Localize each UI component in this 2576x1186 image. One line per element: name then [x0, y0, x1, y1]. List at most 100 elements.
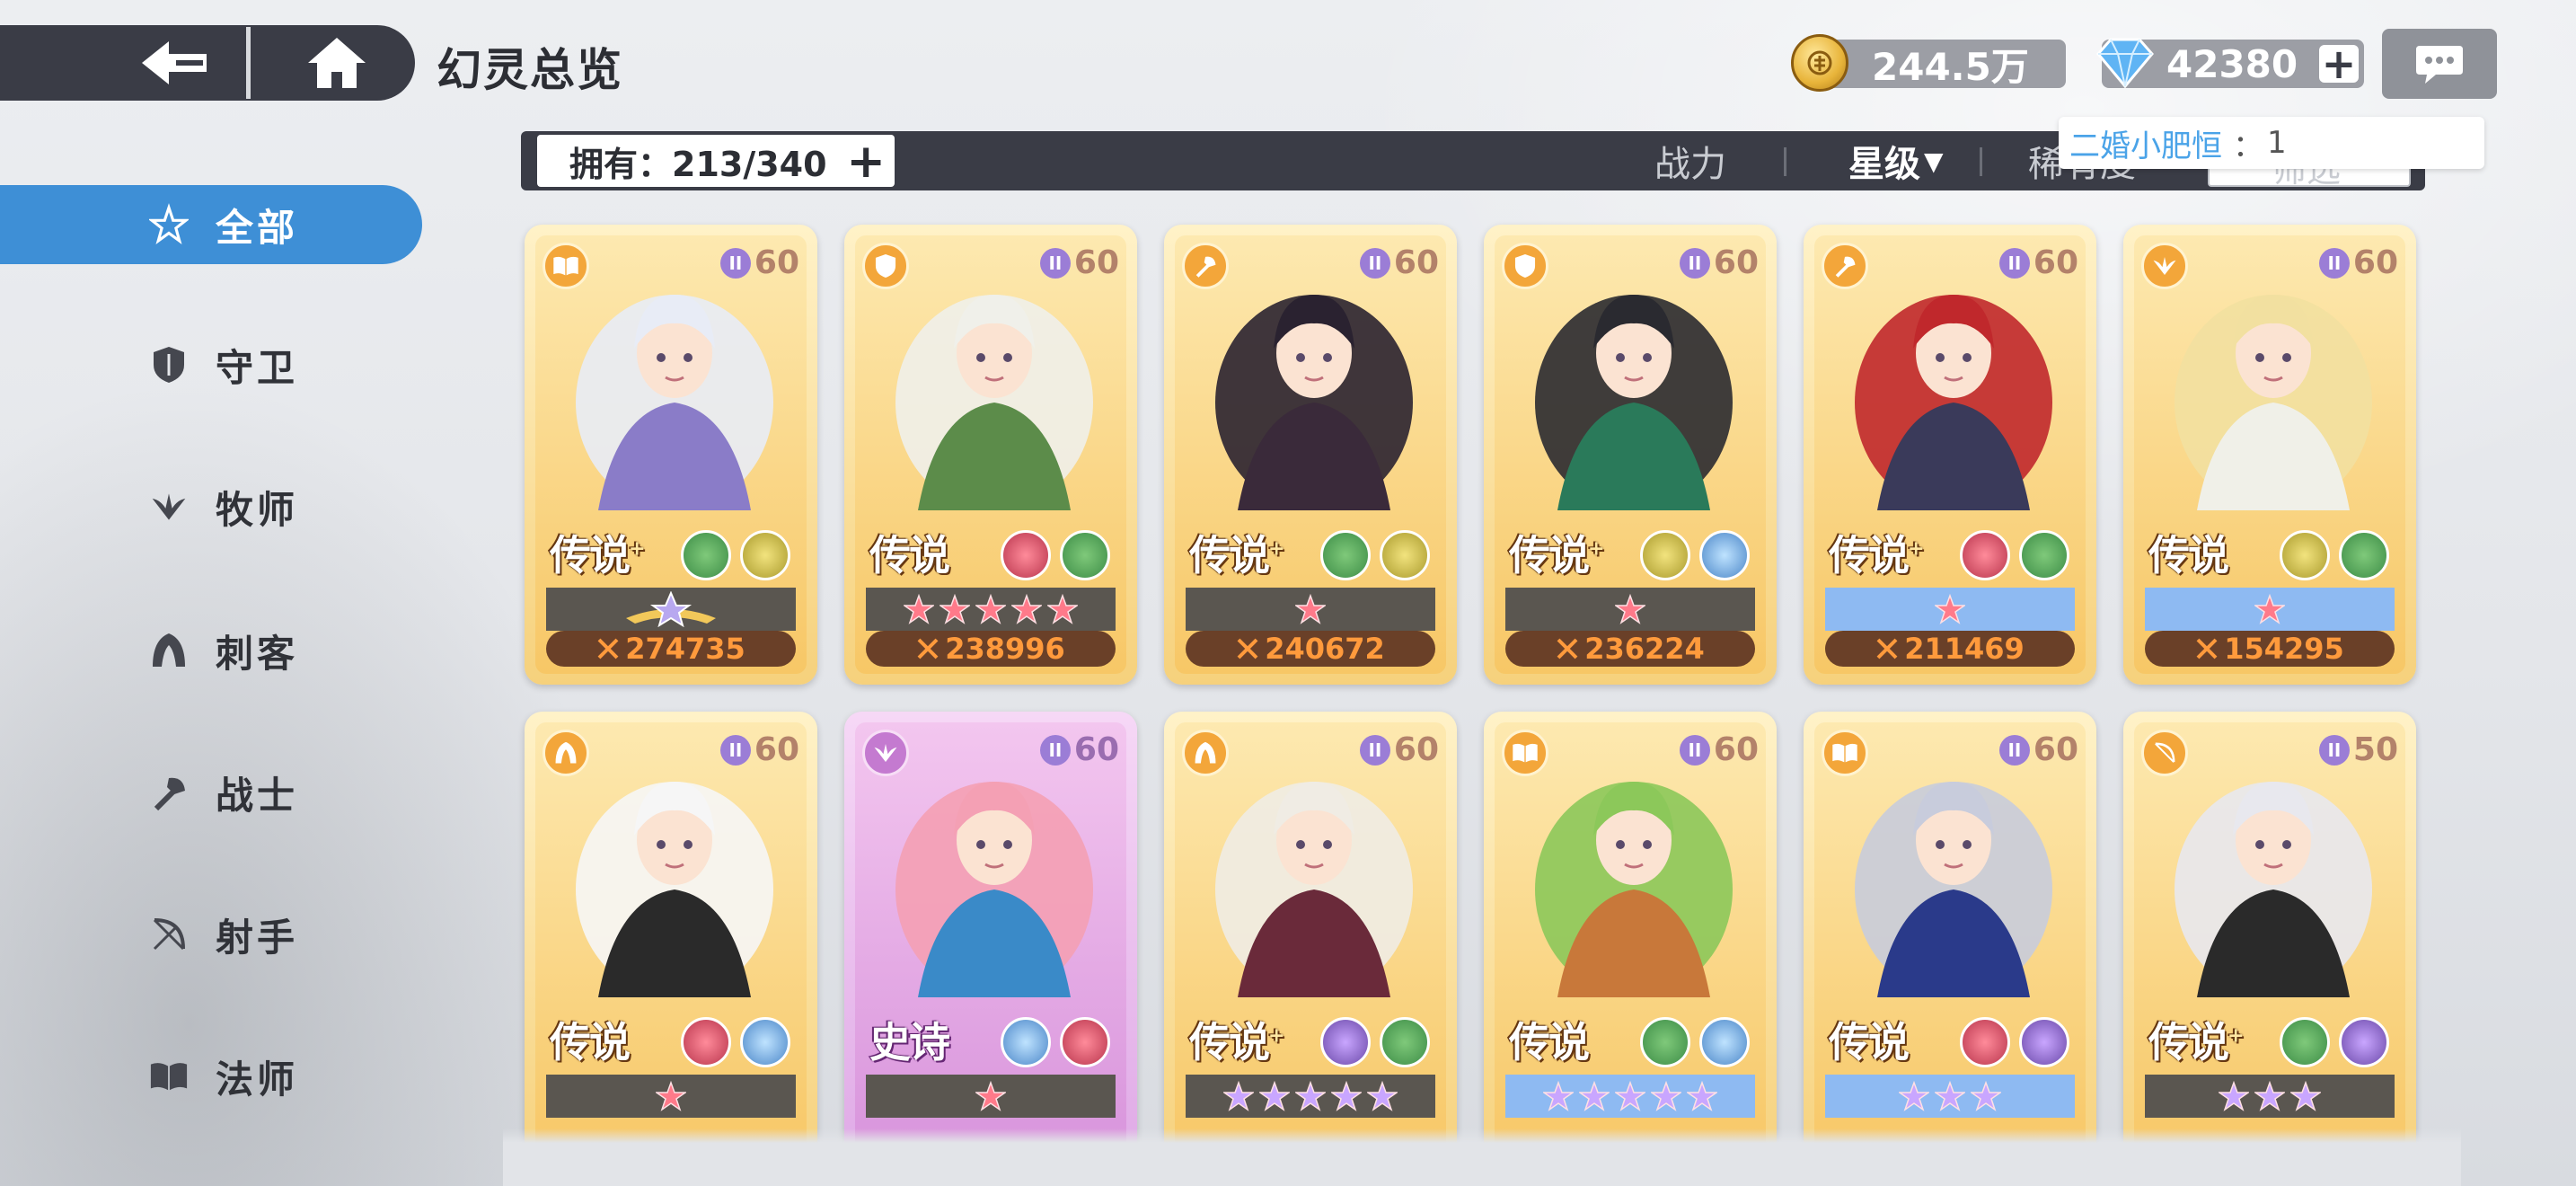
star-icon — [2219, 1081, 2249, 1111]
element-ice-icon — [1699, 530, 1750, 580]
sidebar-item-guard[interactable]: 守卫 — [0, 325, 422, 404]
star-icon — [1011, 594, 1042, 624]
home-button[interactable] — [287, 25, 386, 101]
add-gems-button[interactable]: + — [2319, 43, 2359, 84]
hero-portrait — [1855, 782, 2052, 997]
star-crown-icon — [626, 591, 716, 627]
card-frame: II 60 传说 — [2134, 235, 2405, 674]
sidebar-item-label: 法师 — [216, 1057, 299, 1102]
role-axe-icon — [1822, 243, 1868, 289]
hero-portrait — [895, 782, 1093, 997]
rarity-label: 传说+ — [1189, 531, 1284, 580]
element-chaos-icon — [1960, 1017, 2010, 1067]
hero-card[interactable]: II 60 传说 154295 — [2123, 225, 2416, 685]
combat-power: 211469 — [1825, 631, 2075, 667]
level-indicator: II 60 — [719, 731, 799, 768]
gem-counter[interactable]: 42380 + — [2096, 38, 2364, 89]
hero-level: 60 — [1393, 244, 1439, 281]
hero-card[interactable]: II 60 传说+ 211469 — [1804, 225, 2096, 685]
sidebar-item-label: 射手 — [216, 915, 299, 960]
chat-button[interactable] — [2382, 29, 2497, 99]
hero-card[interactable]: II 60 传说+ — [1164, 712, 1457, 1172]
element-nature-icon — [2339, 530, 2389, 580]
rarity-label: 传说+ — [550, 531, 645, 580]
hero-card[interactable]: II 60 传说 — [1484, 712, 1777, 1172]
card-frame: II 60 传说+ — [1175, 235, 1446, 674]
element-nature-icon — [681, 530, 731, 580]
hero-portrait — [1535, 782, 1733, 997]
star-icon — [2254, 1081, 2285, 1111]
combat-power: 236224 — [1505, 631, 1755, 667]
sidebar-item-label: 刺客 — [216, 631, 299, 676]
hero-portrait — [1855, 295, 2052, 510]
star-icon — [1971, 1081, 2001, 1111]
element-nature-icon — [2019, 530, 2069, 580]
hero-card[interactable]: II 60 传说+ 240672 — [1164, 225, 1457, 685]
element-chaos-icon — [1060, 1017, 1110, 1067]
star-icon — [2290, 1081, 2321, 1111]
role-wings-icon — [2141, 243, 2188, 289]
hero-level: 60 — [2352, 244, 2398, 281]
sidebar-item-all[interactable]: 全部 — [0, 185, 422, 264]
sidebar-item-priest[interactable]: 牧师 — [0, 467, 422, 546]
rarity-label: 传说 — [2148, 531, 2229, 580]
hero-level: 60 — [1713, 244, 1759, 281]
star-icon — [1295, 594, 1326, 624]
tier-badge: II — [1359, 734, 1390, 766]
hero-level: 60 — [1073, 731, 1119, 768]
element-void-icon — [2019, 1017, 2069, 1067]
expand-storage-button[interactable]: + — [846, 138, 886, 185]
element-ice-icon — [1699, 1017, 1750, 1067]
hero-card[interactable]: II 60 传说 — [1804, 712, 2096, 1172]
star-rating — [866, 1075, 1116, 1118]
combat-power-value: 236224 — [1584, 632, 1705, 666]
hero-card[interactable]: II 50 传说+ — [2123, 712, 2416, 1172]
player-count: 1 — [2267, 125, 2287, 161]
tier-badge: II — [1998, 247, 2030, 279]
gold-counter[interactable]: 244.5万 — [1791, 34, 2066, 92]
sidebar-item-warrior[interactable]: 战士 — [0, 753, 422, 832]
sidebar-item-label: 战士 — [216, 773, 299, 818]
page-title: 幻灵总览 — [437, 44, 623, 96]
star-rating — [1825, 588, 2075, 631]
chevron-down-icon: ▼ — [1924, 146, 1944, 176]
hero-card[interactable]: II 60 史诗 — [844, 712, 1137, 1172]
rarity-label: 史诗 — [869, 1018, 950, 1067]
role-book-icon — [543, 243, 589, 289]
rarity-label: 传说+ — [2148, 1018, 2244, 1067]
rarity-label: 传说+ — [1829, 531, 1924, 580]
sidebar-item-mage[interactable]: 法师 — [0, 1037, 422, 1116]
crossed-swords-icon — [597, 638, 619, 659]
level-indicator: II 60 — [1359, 731, 1439, 768]
owned-count-box[interactable]: 拥有：213/340 + — [537, 135, 895, 187]
combat-power-value: 240672 — [1265, 632, 1385, 666]
hero-portrait — [576, 295, 773, 510]
gem-amount: 42380 — [2166, 41, 2298, 86]
star-rating — [546, 1075, 796, 1118]
star-icon — [904, 594, 934, 624]
role-book-icon — [1502, 730, 1548, 776]
tier-badge: II — [2318, 247, 2350, 279]
player-tooltip: 二婚小肥恒 ： 1 — [2059, 117, 2484, 169]
hero-portrait — [895, 295, 1093, 510]
combat-power: 238996 — [866, 631, 1116, 667]
sort-power[interactable]: 战力 — [1654, 131, 1726, 190]
role-shield-icon — [862, 243, 909, 289]
sidebar-item-assassin[interactable]: 刺客 — [0, 611, 422, 690]
hero-card[interactable]: II 60 传说+ 274735 — [525, 225, 817, 685]
hero-card[interactable]: II 60 传说+ 236224 — [1484, 225, 1777, 685]
hero-level: 60 — [1073, 244, 1119, 281]
star-icon — [940, 594, 970, 624]
crossed-swords-icon — [2196, 638, 2218, 659]
sort-star-label: 星级 — [1848, 144, 1920, 185]
level-indicator: II 60 — [1998, 731, 2078, 768]
back-button[interactable] — [108, 25, 243, 101]
hero-card[interactable]: II 60 传说 — [525, 712, 817, 1172]
hero-card[interactable]: II 60 传说 238996 — [844, 225, 1137, 685]
combat-power: 154295 — [2145, 631, 2395, 667]
hero-portrait — [1215, 782, 1413, 997]
sort-star[interactable]: 星级 ▼ — [1848, 131, 1944, 190]
sidebar-item-archer[interactable]: 射手 — [0, 895, 422, 974]
tier-badge: II — [2318, 734, 2350, 766]
star-icon — [1579, 1081, 1610, 1111]
